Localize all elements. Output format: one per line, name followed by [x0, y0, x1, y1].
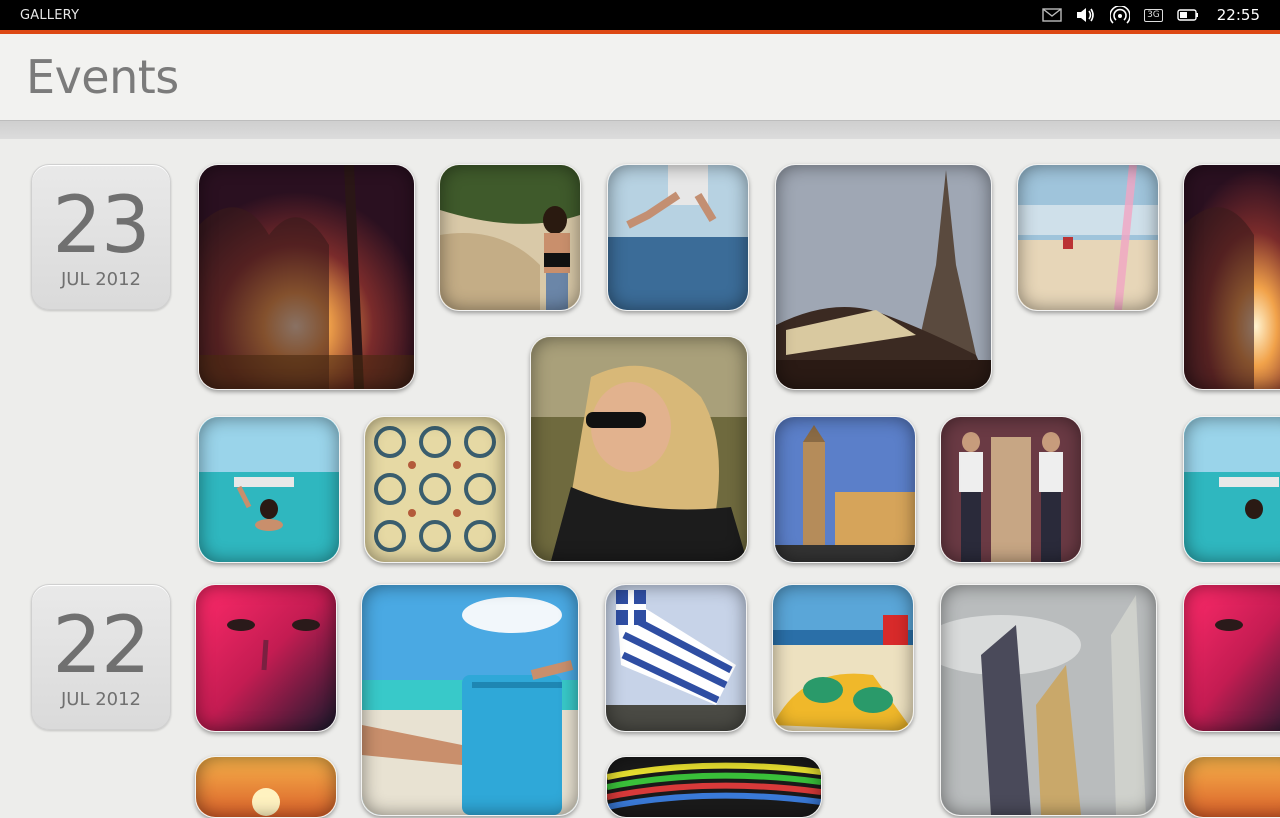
photo-thumbnail[interactable]	[1183, 584, 1280, 732]
event-month: JUL 2012	[60, 689, 142, 710]
photo-thumbnail[interactable]	[1183, 164, 1280, 390]
event-day: 22	[52, 601, 150, 691]
photo-thumbnail[interactable]	[198, 416, 340, 563]
photo-thumbnail[interactable]	[530, 336, 748, 562]
photo-thumbnail[interactable]	[1017, 164, 1159, 311]
photo-thumbnail[interactable]	[605, 584, 747, 732]
photo-thumbnail[interactable]	[772, 584, 914, 732]
photo-thumbnail[interactable]	[775, 164, 992, 390]
photo-thumbnail[interactable]	[439, 164, 581, 311]
status-bar: GALLERY 3G 22:55	[0, 0, 1280, 30]
photo-thumbnail[interactable]	[607, 164, 749, 311]
network-icon[interactable]: 3G	[1144, 8, 1163, 22]
battery-icon[interactable]	[1177, 8, 1199, 22]
network-label: 3G	[1144, 8, 1163, 22]
photo-thumbnail[interactable]	[364, 416, 506, 563]
volume-icon[interactable]	[1076, 7, 1096, 23]
event-day: 23	[52, 181, 150, 271]
event-month: JUL 2012	[60, 269, 142, 290]
photo-thumbnail[interactable]	[1183, 416, 1280, 563]
photo-thumbnail[interactable]	[1183, 756, 1280, 818]
wifi-icon[interactable]	[1110, 6, 1131, 24]
event-date-tile[interactable]: 23 JUL 2012	[31, 164, 171, 310]
photo-thumbnail[interactable]	[774, 416, 916, 563]
app-name: GALLERY	[20, 8, 80, 23]
clock[interactable]: 22:55	[1217, 6, 1260, 24]
photo-thumbnail[interactable]	[198, 164, 415, 390]
header: Events	[0, 34, 1280, 121]
header-divider	[0, 121, 1280, 139]
photo-thumbnail[interactable]	[940, 584, 1157, 816]
photo-thumbnail[interactable]	[940, 416, 1082, 563]
photo-thumbnail[interactable]	[195, 584, 337, 732]
page-title: Events	[26, 50, 179, 104]
indicators[interactable]: 3G 22:55	[1042, 0, 1260, 30]
photo-thumbnail[interactable]	[361, 584, 579, 816]
envelope-icon[interactable]	[1042, 8, 1062, 22]
event-date-tile[interactable]: 22 JUL 2012	[31, 584, 171, 730]
photo-thumbnail[interactable]	[606, 756, 822, 818]
photo-thumbnail[interactable]	[195, 756, 337, 818]
